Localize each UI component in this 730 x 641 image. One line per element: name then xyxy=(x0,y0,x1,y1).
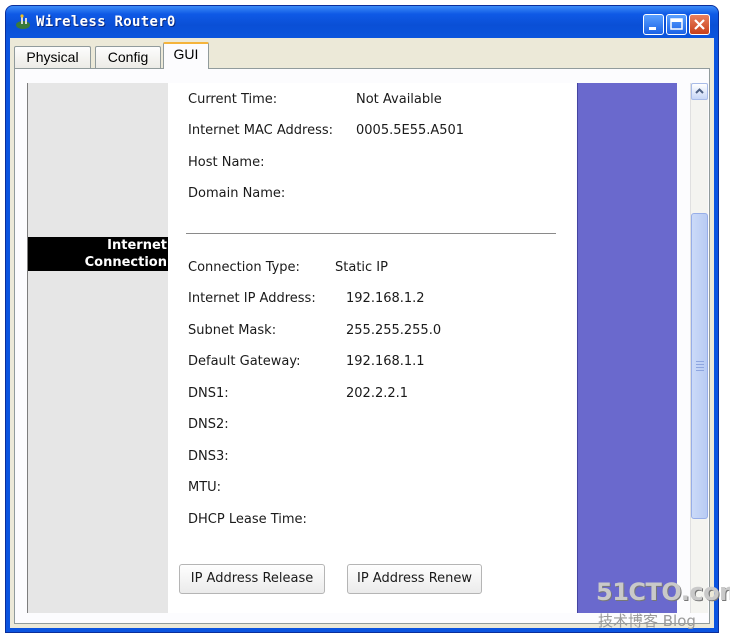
chevron-up-icon xyxy=(695,88,704,94)
mac-address-label: Internet MAC Address: xyxy=(188,123,333,138)
watermark-line1: 51CTO.com xyxy=(596,578,730,606)
mac-address-value: 0005.5E55.A501 xyxy=(356,123,465,138)
ip-address-value: 192.168.1.2 xyxy=(346,291,425,306)
minimize-icon xyxy=(649,27,656,30)
tab-physical[interactable]: Physical xyxy=(14,46,91,68)
ip-address-renew-button[interactable]: IP Address Renew xyxy=(347,564,482,594)
sidebar-nav: Internet Connection xyxy=(27,83,169,613)
watermark-line2: 技术博客 Blog xyxy=(598,612,696,630)
watermark: 51CTO.com 技术博客 Blog xyxy=(594,578,730,634)
default-gateway-label: Default Gateway: xyxy=(188,354,301,369)
current-time-label: Current Time: xyxy=(188,92,278,107)
thumb-grip-line xyxy=(696,364,704,365)
sidebar-item-label-line2: Connection xyxy=(84,255,167,270)
dns2-label: DNS2: xyxy=(188,417,229,432)
thumb-grip-line xyxy=(696,367,704,368)
app-window: Wireless Router0 Physical Config GUI Int… xyxy=(6,6,718,632)
window-client-area: Physical Config GUI Internet Connection … xyxy=(10,38,714,628)
default-gateway-value: 192.168.1.1 xyxy=(346,354,425,369)
domain-name-label: Domain Name: xyxy=(188,186,286,201)
maximize-button[interactable] xyxy=(666,14,687,35)
section-divider xyxy=(186,233,556,234)
host-name-label: Host Name: xyxy=(188,155,265,170)
ip-address-release-button[interactable]: IP Address Release xyxy=(179,564,325,594)
thumb-grip-line xyxy=(696,361,704,362)
dns3-label: DNS3: xyxy=(188,449,229,464)
router-icon xyxy=(14,14,32,30)
mtu-label: MTU: xyxy=(188,480,222,495)
close-button[interactable] xyxy=(689,14,710,35)
connection-type-value: Static IP xyxy=(335,260,388,275)
gui-panel: Internet Connection Current Time: Not Av… xyxy=(14,68,710,624)
dhcp-lease-label: DHCP Lease Time: xyxy=(188,512,307,527)
current-time-value: Not Available xyxy=(356,92,442,107)
subnet-mask-value: 255.255.255.0 xyxy=(346,323,442,338)
scroll-thumb[interactable] xyxy=(691,213,708,519)
dns1-value: 202.2.2.1 xyxy=(346,386,409,401)
connection-type-label: Connection Type: xyxy=(188,260,300,275)
subnet-mask-label: Subnet Mask: xyxy=(188,323,277,338)
close-icon xyxy=(694,19,705,30)
minimize-button[interactable] xyxy=(643,14,664,35)
vertical-scrollbar[interactable] xyxy=(690,83,708,613)
dns1-label: DNS1: xyxy=(188,386,229,401)
sidebar-item-label-line1: Internet xyxy=(107,238,167,253)
side-panel xyxy=(577,83,677,613)
main-content: Current Time: Not Available Internet MAC… xyxy=(168,83,576,613)
maximize-icon xyxy=(670,18,683,30)
tab-gui[interactable]: GUI xyxy=(163,42,209,69)
title-bar[interactable]: Wireless Router0 xyxy=(6,6,718,38)
window-title: Wireless Router0 xyxy=(36,14,176,30)
scroll-up-button[interactable] xyxy=(691,83,708,100)
ip-address-label: Internet IP Address: xyxy=(188,291,316,306)
thumb-grip-line xyxy=(696,370,704,371)
sidebar-item-internet-connection[interactable]: Internet Connection xyxy=(28,237,168,271)
tab-config[interactable]: Config xyxy=(95,46,161,68)
